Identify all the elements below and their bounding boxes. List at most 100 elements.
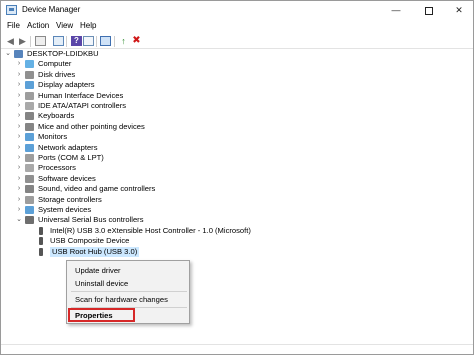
tree-category-item[interactable]: › Keyboards [1, 111, 261, 121]
processor-icon [25, 164, 34, 173]
maximize-icon [425, 6, 433, 15]
expand-arrow-icon[interactable]: › [15, 111, 23, 121]
mouse-icon [25, 122, 34, 131]
menu-view[interactable]: View [56, 21, 73, 30]
toolbar-separator [30, 36, 31, 47]
update-driver-icon[interactable]: ↑ [118, 36, 129, 46]
tree-category-item[interactable]: › Monitors [1, 132, 261, 142]
toolbar-separator [66, 36, 67, 47]
expand-arrow-icon[interactable]: › [15, 205, 23, 215]
network-adapter-icon [25, 143, 34, 152]
tree-item-label: Processors [38, 163, 76, 173]
expand-arrow-icon[interactable]: › [15, 132, 23, 142]
collapse-arrow-icon[interactable]: ⌄ [4, 49, 12, 59]
tree-category-item[interactable]: › Processors [1, 163, 261, 173]
context-update-driver[interactable]: Update driver [75, 266, 121, 275]
tree-item-label: USB Composite Device [50, 236, 130, 246]
expand-arrow-icon[interactable]: › [15, 163, 23, 173]
close-button[interactable]: ✕ [444, 1, 474, 20]
minimize-button[interactable]: — [381, 1, 411, 20]
tree-category-item[interactable]: › Mice and other pointing devices [1, 122, 261, 132]
device-manager-window: Device Manager — ✕ File Action View Help… [0, 0, 474, 355]
tree-category-item[interactable]: › Disk drives [1, 70, 261, 80]
expand-arrow-icon[interactable]: › [15, 70, 23, 80]
usb-plug-icon [39, 247, 43, 256]
tree-category-item[interactable]: › System devices [1, 205, 261, 215]
context-separator [71, 291, 187, 292]
tree-item-label: Mice and other pointing devices [38, 121, 145, 131]
tree-item-label: Network adapters [38, 142, 98, 152]
tree-item-label: Display adapters [38, 80, 95, 90]
hid-icon [25, 91, 34, 100]
tree-item-label: DESKTOP-LDIDKBU [27, 49, 99, 58]
tree-root[interactable]: ⌄ DESKTOP-LDIDKBU [1, 49, 261, 59]
forward-arrow-icon[interactable]: ▶ [17, 36, 28, 46]
tree-item-label: System devices [38, 205, 92, 214]
disk-drive-icon [25, 70, 34, 79]
computer-icon [25, 60, 34, 69]
menu-help[interactable]: Help [80, 21, 96, 30]
menu-action[interactable]: Action [27, 21, 49, 30]
tree-category-item[interactable]: › Ports (COM & LPT) [1, 153, 261, 163]
tree-item-label: IDE ATA/ATAPI controllers [38, 101, 127, 110]
window-title: Device Manager [22, 5, 81, 14]
tree-item-label: USB Root Hub (USB 3.0) [50, 246, 140, 257]
tree-device-item[interactable]: USB Composite Device [1, 236, 261, 246]
tree-category-item[interactable]: › IDE ATA/ATAPI controllers [1, 101, 261, 111]
maximize-button[interactable] [414, 1, 444, 20]
back-arrow-icon[interactable]: ◀ [5, 36, 16, 46]
tree-item-label: Computer [38, 59, 72, 69]
toolbar-separator [114, 36, 115, 47]
tree-item-label: Ports (COM & LPT) [38, 153, 104, 162]
expand-arrow-icon[interactable]: › [15, 91, 23, 101]
tree-category-item[interactable]: ⌄ Universal Serial Bus controllers [1, 215, 261, 225]
uninstall-device-icon[interactable]: ✖ [131, 36, 142, 46]
tree-category-item[interactable]: › Computer [1, 59, 261, 69]
tree-category-item[interactable]: › Sound, video and game controllers [1, 184, 261, 194]
device-manager-app-icon [6, 5, 17, 15]
expand-arrow-icon[interactable]: › [15, 101, 23, 111]
computer-icon [14, 50, 23, 58]
expand-arrow-icon[interactable]: › [15, 174, 23, 184]
tree-item-label: Universal Serial Bus controllers [38, 215, 144, 225]
storage-controller-icon [25, 195, 34, 204]
menu-bar: File Action View Help [1, 20, 473, 34]
tree-category-item[interactable]: › Human Interface Devices [1, 91, 261, 101]
expand-arrow-icon[interactable]: › [15, 184, 23, 194]
speaker-icon [25, 185, 34, 194]
tree-device-item[interactable]: USB Root Hub (USB 3.0) [1, 246, 261, 257]
expand-arrow-icon[interactable]: › [15, 59, 23, 69]
tree-category-item[interactable]: › Network adapters [1, 143, 261, 153]
expand-arrow-icon[interactable]: › [15, 122, 23, 132]
expand-arrow-icon[interactable]: › [15, 195, 23, 205]
tree-item-label: Sound, video and game controllers [38, 184, 156, 194]
help-icon[interactable]: ? [71, 36, 82, 46]
keyboard-icon [25, 112, 34, 121]
tree-device-item[interactable]: Intel(R) USB 3.0 eXtensible Host Control… [1, 226, 261, 236]
tree-category-item[interactable]: › Software devices [1, 174, 261, 184]
usb-plug-icon [39, 237, 43, 246]
tree-category-item[interactable]: › Display adapters [1, 80, 261, 90]
tree-item-label: Intel(R) USB 3.0 eXtensible Host Control… [50, 225, 251, 235]
scan-hardware-monitor-icon[interactable] [100, 36, 111, 46]
tree-item-label: Storage controllers [38, 194, 102, 204]
show-hide-console-tree-icon[interactable] [35, 36, 46, 46]
tree-item-label: Disk drives [38, 69, 76, 79]
tree-item-label: Human Interface Devices [38, 90, 124, 100]
view-document-icon[interactable] [53, 36, 64, 46]
context-scan-hardware[interactable]: Scan for hardware changes [75, 295, 168, 304]
tree-category-item[interactable]: › Storage controllers [1, 195, 261, 205]
expand-arrow-icon[interactable]: › [15, 143, 23, 153]
collapse-arrow-icon[interactable]: ⌄ [15, 215, 23, 225]
title-bar: Device Manager — ✕ [1, 1, 473, 20]
properties-highlight-box [68, 308, 135, 322]
menu-file[interactable]: File [7, 21, 20, 30]
expand-arrow-icon[interactable]: › [15, 153, 23, 163]
context-uninstall-device[interactable]: Uninstall device [75, 279, 128, 288]
status-bar [1, 344, 473, 354]
ide-controller-icon [25, 102, 34, 110]
expand-arrow-icon[interactable]: › [15, 80, 23, 90]
usb-plug-icon [39, 226, 43, 235]
properties-icon[interactable] [83, 36, 94, 46]
port-icon [25, 154, 34, 162]
